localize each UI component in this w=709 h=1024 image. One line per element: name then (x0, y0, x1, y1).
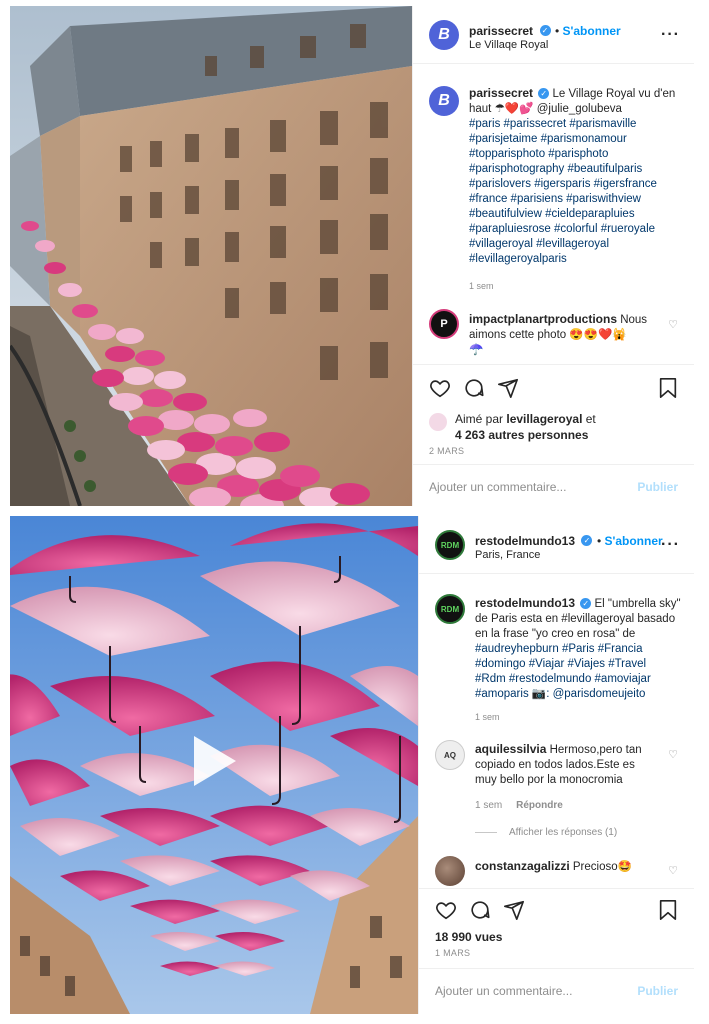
comment-username[interactable]: constanzagalizzi (475, 859, 570, 873)
likes-count[interactable]: 4 263 autres personnes (455, 427, 596, 443)
comment-like-heart-icon[interactable]: ♡ (668, 864, 678, 877)
caption-hashtags[interactable]: #parapluiesrose #colorful #rueroyale (469, 222, 689, 237)
comment: aquilessilvia Hermoso,pero tan copiado e… (475, 742, 675, 788)
share-icon[interactable] (503, 899, 525, 921)
caption-avatar[interactable]: RDM (435, 594, 465, 624)
post-header: RDM restodelmundo13 ✓ • S'abonner Paris,… (419, 516, 694, 574)
comment-text: Precioso🤩 (569, 861, 632, 873)
comment-icon[interactable] (463, 377, 485, 399)
comment-meta: 1 sem Répondre (475, 800, 563, 811)
reply-button[interactable]: Répondre (516, 800, 563, 811)
caption-line: El "umbrella sky" (594, 598, 681, 610)
comment-text-line: muy bello por la monocromia (475, 774, 623, 786)
comment: constanzagalizzi Precioso🤩 (475, 859, 632, 875)
caption-hashtags[interactable]: #Rdm #restodelmundo #amoviajar (475, 672, 693, 687)
likes-prefix: Aimé par (455, 412, 507, 426)
caption-username[interactable]: parissecret (469, 86, 533, 100)
post-card-1: B parissecret ✓ • S'abonner Le Villaqe R… (10, 6, 694, 506)
username[interactable]: restodelmundo13 (475, 534, 575, 548)
actions-bar: Aimé par levillageroyal et 4 263 autres … (413, 364, 694, 454)
post-photo[interactable] (10, 6, 412, 506)
verified-badge-icon: ✓ (539, 25, 551, 37)
caption-hashtags[interactable]: #amoparis 📷: @parisdomeujeito (475, 687, 693, 702)
comment-like-heart-icon[interactable]: ♡ (668, 748, 678, 761)
follow-button[interactable]: S'abonner (604, 534, 662, 548)
caption-line: haut ☂❤️💕 @julie_golubeva (469, 103, 622, 115)
caption-line: de Paris esta en #levillageroyal basado (475, 613, 676, 625)
commenter-avatar[interactable]: AQ (435, 740, 465, 770)
post-card-2: RDM restodelmundo13 ✓ • S'abonner Paris,… (10, 516, 694, 1014)
view-replies-label[interactable]: Afficher les réponses (1) (509, 827, 617, 838)
add-comment-input[interactable]: Ajouter un commentaire... (429, 480, 566, 494)
post-side-panel: B parissecret ✓ • S'abonner Le Villaqe R… (412, 6, 694, 506)
village-royal-umbrellas-image (10, 6, 412, 506)
play-icon[interactable] (190, 734, 238, 788)
avatar[interactable]: RDM (435, 530, 465, 560)
caption-hashtags[interactable]: #villageroyal #levillageroyal (469, 237, 689, 252)
bookmark-icon[interactable] (658, 377, 678, 399)
commenter-avatar[interactable] (435, 856, 465, 886)
avatar[interactable]: B (429, 20, 459, 50)
caption-hashtags[interactable]: #parislovers #igersparis #igersfrance (469, 177, 689, 192)
add-comment-input[interactable]: Ajouter un commentaire... (435, 984, 572, 998)
post-date[interactable]: 2 MARS (429, 446, 464, 456)
follow-button[interactable]: S'abonner (563, 24, 621, 38)
location-link[interactable]: Le Villaqe Royal (469, 39, 548, 51)
share-icon[interactable] (497, 377, 519, 399)
bookmark-icon[interactable] (658, 899, 678, 921)
publish-button[interactable]: Publier (637, 480, 678, 494)
post-date[interactable]: 1 MARS (435, 948, 470, 958)
caption-hashtags[interactable]: #topparisphoto #parisphoto (469, 147, 689, 162)
caption-hashtags[interactable]: #france #parisiens #pariswithview (469, 192, 689, 207)
publish-button[interactable]: Publier (637, 984, 678, 998)
caption-hashtags[interactable]: #beautifulview #cieldeparapluies (469, 207, 689, 222)
likes-summary: Aimé par levillageroyal et 4 263 autres … (455, 411, 596, 443)
commenter-avatar[interactable]: P (429, 309, 459, 339)
more-icon[interactable]: ··· (661, 536, 680, 554)
caption-hashtags[interactable]: #levillageroyalparis (469, 252, 689, 267)
caption-hashtags[interactable]: #audreyhepburn #Paris #Francia (475, 642, 693, 657)
caption-hashtags[interactable]: #domingo #Viajar #Viajes #Travel (475, 657, 693, 672)
caption-hashtags[interactable]: #parisjetaime #parismonamour (469, 132, 689, 147)
caption-hashtags[interactable]: #parisphotography #beautifulparis (469, 162, 689, 177)
heart-icon[interactable] (429, 377, 451, 399)
likes-suffix: et (582, 412, 596, 426)
post-side-panel: RDM restodelmundo13 ✓ • S'abonner Paris,… (418, 516, 694, 1014)
post-video[interactable] (10, 516, 418, 1014)
more-icon[interactable]: ··· (661, 26, 680, 44)
caption-hashtags[interactable]: #paris #parissecret #parismaville (469, 117, 689, 132)
comment-time[interactable]: 1 sem (475, 800, 502, 811)
comment: impactplanartproductions Nous aimons cet… (469, 312, 649, 358)
username[interactable]: parissecret (469, 24, 533, 38)
caption-time[interactable]: 1 sem (469, 281, 494, 291)
comment-like-heart-icon[interactable]: ♡ (668, 318, 678, 331)
comment-text: Hermoso,pero tan (546, 744, 642, 756)
comment-icon[interactable] (469, 899, 491, 921)
post-header: B parissecret ✓ • S'abonner Le Villaqe R… (413, 6, 694, 64)
verified-badge-icon: ✓ (538, 88, 550, 100)
caption-line: en la frase "yo creo en rosa" de (475, 628, 636, 640)
view-replies[interactable]: Afficher les réponses (1) (475, 827, 617, 838)
add-comment-bar: Ajouter un commentaire... Publier (419, 968, 694, 1014)
heart-icon[interactable] (435, 899, 457, 921)
caption-avatar[interactable]: B (429, 86, 459, 116)
liker-avatar[interactable] (429, 413, 447, 431)
caption: restodelmundo13 ✓ El "umbrella sky" de P… (475, 596, 693, 702)
caption-time[interactable]: 1 sem (475, 712, 500, 722)
verified-badge-icon: ✓ (580, 598, 592, 610)
verified-badge-icon: ✓ (581, 535, 593, 547)
liker-username[interactable]: levillageroyal (506, 412, 582, 426)
location-link[interactable]: Paris, France (475, 549, 540, 561)
comment-username[interactable]: impactplanartproductions (469, 312, 617, 326)
comment-username[interactable]: aquilessilvia (475, 742, 546, 756)
caption-line: Le Village Royal vu d'en (552, 88, 676, 100)
comment-text-line: copiado en todos lados.Este es (475, 759, 635, 771)
comment-text-line: ☂️ (469, 344, 484, 356)
caption-username[interactable]: restodelmundo13 (475, 596, 575, 610)
views-count[interactable]: 18 990 vues (435, 929, 502, 945)
add-comment-bar: Ajouter un commentaire... Publier (413, 464, 694, 510)
caption: parissecret ✓ Le Village Royal vu d'en h… (469, 86, 689, 267)
